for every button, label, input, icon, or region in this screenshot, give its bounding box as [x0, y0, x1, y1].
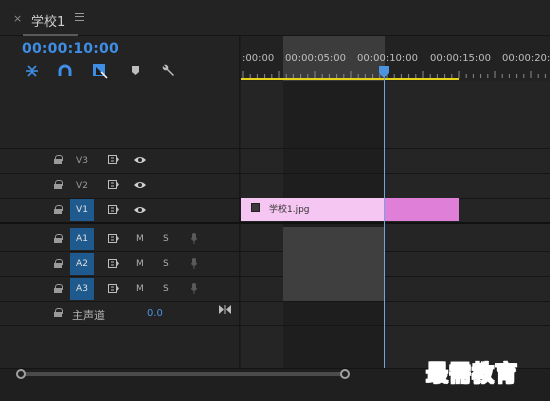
track-divider: [0, 173, 550, 174]
track-label-a2[interactable]: A2: [70, 253, 94, 275]
go-to-end-icon[interactable]: [219, 305, 231, 314]
lock-icon[interactable]: [54, 259, 63, 268]
track-divider: [0, 276, 550, 277]
clip-body: [241, 198, 384, 221]
playhead-timecode[interactable]: 00:00:10:00: [22, 41, 119, 57]
voice-over-record-icon[interactable]: [191, 233, 197, 244]
video-clip[interactable]: 学校1.jpg: [241, 198, 459, 221]
lock-icon[interactable]: [54, 308, 63, 317]
playhead-line[interactable]: [384, 71, 385, 368]
scrollbar-right-handle[interactable]: [340, 369, 350, 379]
toggle-sync-lock-icon[interactable]: [108, 284, 119, 293]
track-label-v1[interactable]: V1: [70, 199, 94, 221]
track-visibility-eye-icon[interactable]: [134, 206, 146, 214]
ruler-label: 00:00:10:00: [357, 53, 419, 64]
wrench-icon[interactable]: [160, 63, 176, 79]
video-audio-divider: [0, 222, 550, 224]
lock-icon[interactable]: [54, 155, 63, 164]
track-divider: [0, 325, 550, 326]
linked-selection-icon[interactable]: [57, 63, 73, 79]
work-area-bar[interactable]: [241, 78, 459, 80]
master-volume-value[interactable]: 0.0: [147, 308, 163, 319]
lock-icon[interactable]: [54, 180, 63, 189]
mute-track-button[interactable]: M: [136, 259, 144, 269]
solo-track-button[interactable]: S: [163, 259, 169, 269]
playhead-handle[interactable]: [378, 66, 390, 78]
voice-over-record-icon[interactable]: [191, 258, 197, 269]
toggle-sync-lock-icon[interactable]: [108, 180, 119, 189]
solo-track-button[interactable]: S: [163, 234, 169, 244]
master-track-label: 主声道: [72, 309, 105, 322]
track-divider: [0, 148, 550, 149]
sequence-tab-title[interactable]: 学校1: [31, 11, 65, 30]
add-marker-icon[interactable]: [92, 63, 108, 79]
track-visibility-eye-icon[interactable]: [134, 156, 146, 164]
solo-track-button[interactable]: S: [163, 284, 169, 294]
scrollbar-track[interactable]: [21, 372, 345, 376]
clip-selected-segment: [384, 198, 459, 221]
track-header-panel: [0, 36, 240, 368]
track-label-v2[interactable]: V2: [70, 181, 94, 191]
ruler-label: :00:00: [242, 53, 275, 64]
track-divider: [0, 251, 550, 252]
track-label-a1[interactable]: A1: [70, 228, 94, 250]
lock-icon[interactable]: [54, 284, 63, 293]
scrollbar-left-handle[interactable]: [16, 369, 26, 379]
lock-icon[interactable]: [54, 205, 63, 214]
toggle-sync-lock-icon[interactable]: [108, 155, 119, 164]
ruler-label: 00:00:15:00: [430, 53, 492, 64]
ruler-ticks: [242, 71, 546, 78]
snap-icon[interactable]: [24, 63, 40, 79]
ruler-label: 00:00:05:00: [285, 53, 347, 64]
track-label-a3[interactable]: A3: [70, 278, 94, 300]
marker-icon[interactable]: [128, 63, 144, 79]
lock-icon[interactable]: [54, 234, 63, 243]
mute-track-button[interactable]: M: [136, 234, 144, 244]
mute-track-button[interactable]: M: [136, 284, 144, 294]
fx-badge-icon: [251, 203, 260, 212]
toggle-sync-lock-icon[interactable]: [108, 234, 119, 243]
ruler-label: 00:00:20:0: [502, 53, 550, 64]
close-tab-icon[interactable]: ×: [13, 12, 22, 25]
audio-region-shade: [283, 227, 384, 301]
track-visibility-eye-icon[interactable]: [134, 181, 146, 189]
voice-over-record-icon[interactable]: [191, 283, 197, 294]
toggle-sync-lock-icon[interactable]: [108, 205, 119, 214]
clip-name: 学校1.jpg: [269, 205, 310, 215]
track-divider: [0, 301, 550, 302]
watermark-logo: 最需教育: [425, 361, 519, 388]
track-label-v3[interactable]: V3: [70, 156, 94, 166]
toggle-sync-lock-icon[interactable]: [108, 259, 119, 268]
panel-menu-icon[interactable]: [75, 13, 84, 21]
